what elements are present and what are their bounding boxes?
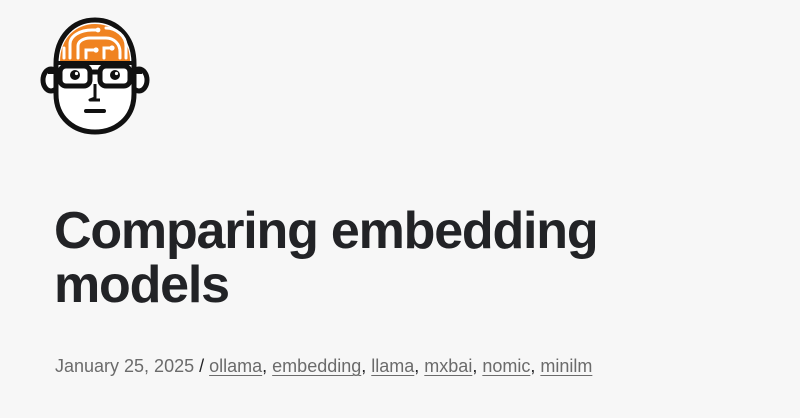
site-logo-link[interactable] [40, 14, 150, 136]
post-date: January 25, 2025 [55, 356, 195, 376]
tag-link-llama[interactable]: llama [371, 356, 414, 376]
tag-separator: , [361, 356, 372, 376]
tag-link-nomic[interactable]: nomic [482, 356, 530, 376]
post-title: Comparing embedding models [54, 202, 599, 314]
tag-separator: , [530, 356, 541, 376]
post-meta: January 25, 2025 / ollama, embedding, ll… [55, 354, 592, 378]
tag-link-mxbai[interactable]: mxbai [424, 356, 472, 376]
tag-separator: , [262, 356, 273, 376]
nerd-face-logo-icon [40, 17, 150, 135]
tag-separator: , [414, 356, 425, 376]
tag-link-ollama[interactable]: ollama [209, 356, 262, 376]
tag-separator: , [472, 356, 483, 376]
tag-link-minilm[interactable]: minilm [540, 356, 592, 376]
date-separator: / [194, 356, 210, 376]
tag-link-embedding[interactable]: embedding [272, 356, 361, 376]
